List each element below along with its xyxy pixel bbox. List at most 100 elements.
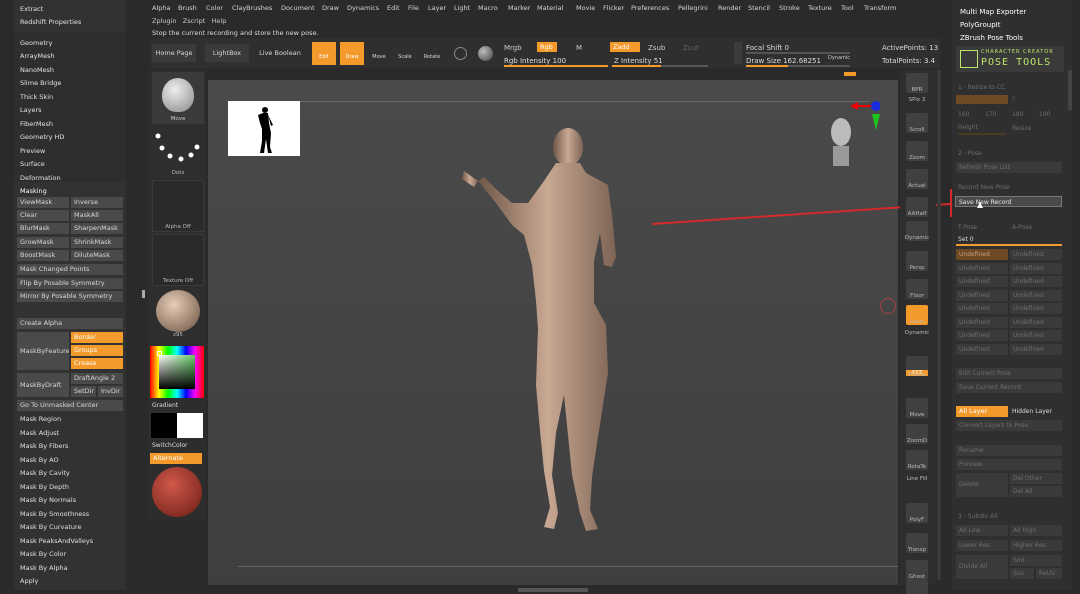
switch-color-button[interactable]: SwitchColor xyxy=(152,442,188,449)
zsub-toggle[interactable]: Zsub xyxy=(648,44,665,52)
menu-marker[interactable]: Marker xyxy=(508,4,530,12)
menu-thick-skin[interactable]: Thick Skin xyxy=(20,93,53,101)
all-layer-toggle[interactable]: All Layer xyxy=(956,406,1008,417)
pose-slot-0-1[interactable]: Undefined xyxy=(1010,249,1062,260)
menu-nanomesh[interactable]: NanoMesh xyxy=(20,66,54,74)
multi-map-exporter-item[interactable]: Multi Map Exporter xyxy=(960,8,1026,16)
focal-shift-slider[interactable]: Focal Shift 0 xyxy=(746,44,789,52)
shelf-solo-button[interactable] xyxy=(906,580,928,594)
mrgb-toggle[interactable]: Mrgb xyxy=(504,44,522,52)
all-low-button[interactable]: All Low xyxy=(956,525,1008,536)
resize-section[interactable]: 1 - Resize to CC xyxy=(958,84,1005,91)
pose-slot-3-0[interactable]: Undefined xyxy=(956,289,1008,301)
groups-toggle[interactable]: Groups xyxy=(71,345,123,356)
menu-deformation[interactable]: Deformation xyxy=(20,174,61,182)
menu-macro[interactable]: Macro xyxy=(478,4,498,12)
subdiv-section[interactable]: 3 - Subdiv All xyxy=(958,513,998,520)
border-toggle[interactable]: Border xyxy=(71,332,123,343)
shelf-frame-label[interactable]: Frame xyxy=(900,372,934,378)
tray-collapse-handle[interactable] xyxy=(142,290,145,298)
redshift-item[interactable]: Redshift Properties xyxy=(20,18,81,26)
setdir-button[interactable]: SetDir xyxy=(71,386,96,397)
secondary-color-swatch[interactable] xyxy=(177,413,203,438)
rgb-intensity-slider[interactable]: Rgb Intensity 100 xyxy=(504,57,566,65)
maskbyfeature-button[interactable]: MaskByFeature xyxy=(17,332,69,370)
height-track[interactable] xyxy=(958,133,1006,135)
mask-item-3[interactable]: Mask By AO xyxy=(20,456,59,464)
save-current-record-button[interactable]: Save Current Record xyxy=(956,382,1062,393)
shelf-spix-3-label[interactable]: SPix 3 xyxy=(900,97,934,103)
material-sphere-icon[interactable] xyxy=(478,46,493,61)
menu-light[interactable]: Light xyxy=(454,4,470,12)
flip-posable-symmetry-button[interactable]: Flip By Posable Symmetry xyxy=(17,278,123,289)
menu-stroke[interactable]: Stroke xyxy=(779,4,800,12)
lightbox-button[interactable]: LightBox xyxy=(205,44,249,62)
menu-brush[interactable]: Brush xyxy=(178,4,197,12)
dynamic-icon[interactable] xyxy=(734,42,742,64)
pose-slot-5-0[interactable]: Undefined xyxy=(956,316,1008,328)
shelf-line-fill-label[interactable]: Line Fill xyxy=(900,476,934,482)
rgb-toggle[interactable]: Rgb xyxy=(537,42,557,52)
color-picker[interactable] xyxy=(150,346,204,398)
pose-slot-4-1[interactable]: Undefined xyxy=(1010,303,1062,314)
menu-fibermesh[interactable]: FiberMesh xyxy=(20,120,53,128)
live-boolean-button[interactable]: Live Boolean xyxy=(256,44,304,62)
color-square[interactable] xyxy=(159,355,195,389)
mask-item-2[interactable]: Mask By Fibers xyxy=(20,442,68,450)
smt-toggle[interactable]: Smt xyxy=(1010,555,1062,566)
hidden-layer-toggle[interactable]: Hidden Layer xyxy=(1012,408,1052,415)
draftangle-slider[interactable]: DraftAngle 2 xyxy=(71,373,123,384)
pose-section[interactable]: 2 - Pose xyxy=(958,150,982,157)
boostmask-button[interactable]: BoostMask xyxy=(17,250,69,261)
growmask-button[interactable]: GrowMask xyxy=(17,237,69,248)
red-material-sphere[interactable] xyxy=(152,467,202,517)
del-other-button[interactable]: Del Other xyxy=(1010,473,1062,484)
rotate-mode-button[interactable]: Rotate xyxy=(420,42,444,65)
axis-gizmo[interactable] xyxy=(850,98,880,134)
pose-slot-2-1[interactable]: Undefined xyxy=(1010,276,1062,287)
mask-item-7[interactable]: Mask By Smoothness xyxy=(20,510,89,518)
mask-changed-points-button[interactable]: Mask Changed Points xyxy=(17,264,123,275)
res-160[interactable]: 160 xyxy=(958,111,969,118)
mask-item-1[interactable]: Mask Adjust xyxy=(20,429,59,437)
res-180[interactable]: 180 xyxy=(1012,111,1023,118)
color-picker-handle[interactable] xyxy=(157,351,162,356)
menu-claybrushes[interactable]: ClayBrushes xyxy=(232,4,272,12)
set-track[interactable] xyxy=(956,244,1062,246)
suv-toggle[interactable]: Suv xyxy=(1010,568,1034,579)
menu-material[interactable]: Material xyxy=(537,4,563,12)
dynamic-toggle[interactable]: Dynamic xyxy=(828,55,850,61)
mask-item-9[interactable]: Mask PeaksAndValleys xyxy=(20,537,93,545)
menu-help[interactable]: Help xyxy=(212,17,227,25)
menu-geometry-hd[interactable]: Geometry HD xyxy=(20,133,64,141)
mask-item-4[interactable]: Mask By Cavity xyxy=(20,469,70,477)
tpose-button[interactable]: T-Pose xyxy=(958,224,977,231)
polygroupit-item[interactable]: PolyGroupIt xyxy=(960,21,1000,29)
pose-slot-7-1[interactable]: Undefined xyxy=(1010,343,1062,355)
extract-item[interactable]: Extract xyxy=(20,5,43,13)
lower-res-button[interactable]: Lower Res xyxy=(956,540,1008,551)
del-all-button[interactable]: Del All xyxy=(1010,486,1062,497)
stroke-dots-thumb[interactable]: Dots xyxy=(152,126,204,178)
set-slider[interactable]: Set 0 xyxy=(958,236,974,243)
menu-transform[interactable]: Transform xyxy=(864,4,896,12)
goto-unmasked-center-button[interactable]: Go To Unmasked Center xyxy=(17,400,123,411)
sphere-icon[interactable] xyxy=(454,47,467,60)
menu-preview[interactable]: Preview xyxy=(20,147,45,155)
menu-tool[interactable]: Tool xyxy=(841,4,854,12)
height-slider[interactable]: Height xyxy=(958,124,978,131)
rgb-intensity-track[interactable] xyxy=(504,65,608,67)
home-page-button[interactable]: Home Page xyxy=(152,44,196,62)
res-190[interactable]: 190 xyxy=(1039,111,1050,118)
clear-button[interactable]: Clear xyxy=(17,210,69,221)
mirror-posable-symmetry-button[interactable]: Mirror By Posable Symmetry xyxy=(17,291,123,302)
menu-texture[interactable]: Texture xyxy=(808,4,832,12)
dilutemask-button[interactable]: DiluteMask xyxy=(71,250,123,261)
mask-item-11[interactable]: Mask By Alpha xyxy=(20,564,68,572)
res-170[interactable]: 170 xyxy=(985,111,996,118)
menu-dynamics[interactable]: Dynamics xyxy=(347,4,379,12)
material-thumb[interactable]: z95 xyxy=(152,288,204,340)
viewmask-button[interactable]: ViewMask xyxy=(17,197,69,208)
all-high-button[interactable]: All High xyxy=(1010,525,1062,536)
preview-button[interactable]: Preview xyxy=(956,459,1062,470)
